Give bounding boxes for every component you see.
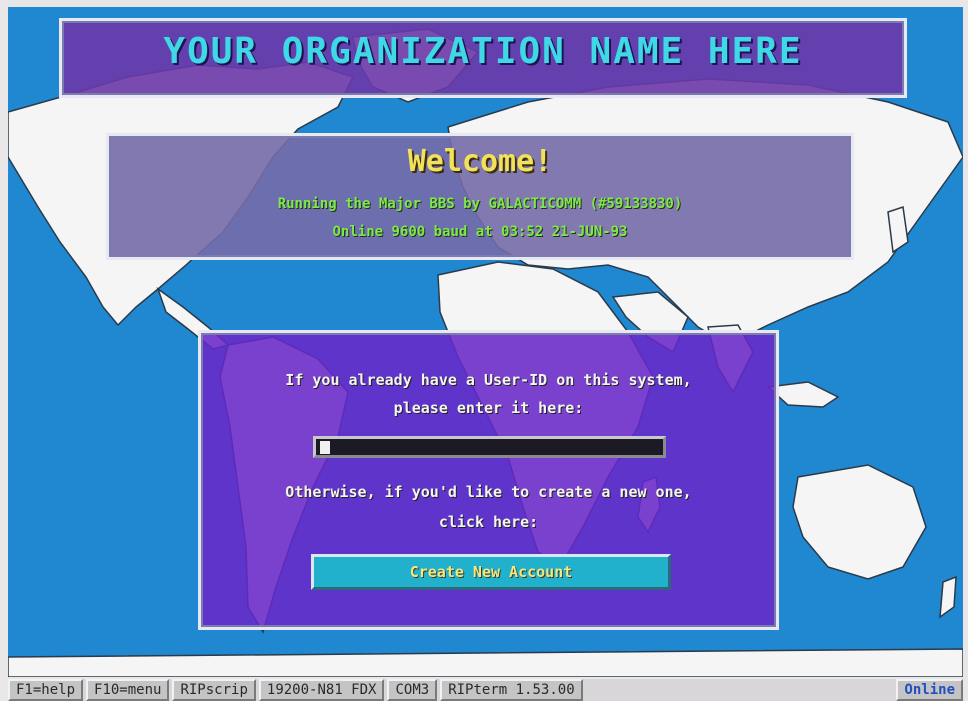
organization-banner: YOUR ORGANIZATION NAME HERE bbox=[59, 18, 907, 98]
com-port-indicator: COM3 bbox=[387, 679, 438, 701]
rip-terminal-screen: YOUR ORGANIZATION NAME HERE Welcome! Run… bbox=[8, 7, 963, 677]
userid-prompt-line1: If you already have a User-ID on this sy… bbox=[285, 371, 692, 389]
organization-name: YOUR ORGANIZATION NAME HERE bbox=[163, 31, 803, 72]
text-cursor bbox=[320, 441, 330, 454]
userid-input[interactable] bbox=[313, 436, 666, 458]
baud-settings-indicator: 19200-N81 FDX bbox=[258, 679, 385, 701]
connection-info-text: Online 9600 baud at 03:52 21-JUN-93 bbox=[332, 224, 628, 240]
menu-key-button[interactable]: F10=menu bbox=[86, 679, 170, 701]
create-account-prompt-line1: Otherwise, if you'd like to create a new… bbox=[285, 483, 692, 501]
welcome-banner: Welcome! Running the Major BBS by GALACT… bbox=[106, 133, 854, 260]
create-new-account-button[interactable]: Create New Account bbox=[311, 554, 671, 590]
terminal-version-indicator: RIPterm 1.53.00 bbox=[440, 679, 583, 701]
terminal-status-bar: F1=help F10=menu RIPscrip 19200-N81 FDX … bbox=[8, 679, 963, 701]
help-key-button[interactable]: F1=help bbox=[8, 679, 84, 701]
online-status-indicator: Online bbox=[896, 679, 963, 701]
bbs-info-text: Running the Major BBS by GALACTICOMM (#5… bbox=[277, 196, 683, 212]
welcome-title: Welcome! bbox=[407, 144, 553, 179]
login-panel: If you already have a User-ID on this sy… bbox=[198, 330, 779, 630]
create-account-prompt-line2: click here: bbox=[438, 513, 539, 531]
protocol-indicator: RIPscrip bbox=[172, 679, 256, 701]
userid-prompt-line2: please enter it here: bbox=[393, 399, 584, 417]
